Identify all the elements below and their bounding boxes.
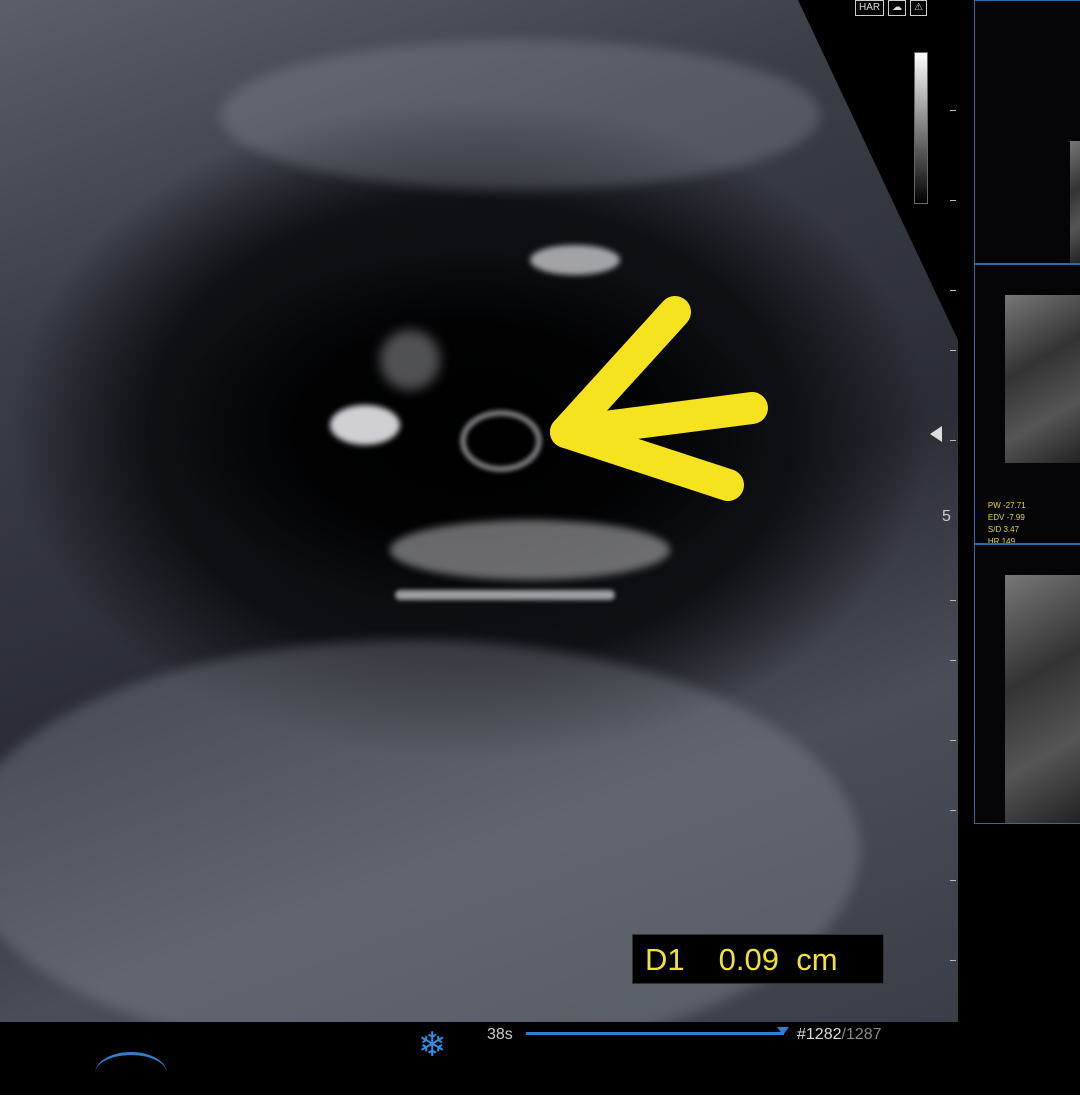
depth-tick [950, 350, 956, 351]
depth-tick [950, 880, 956, 881]
depth-tick [950, 290, 956, 291]
measurement-label: D1 [645, 942, 685, 977]
measurement-readout: D1 0.09 cm [632, 934, 884, 984]
cine-handle[interactable] [776, 1027, 789, 1035]
har-icon: HAR [855, 0, 885, 16]
hr-row: HR 149 [987, 537, 1016, 544]
arrow-annotation-icon [550, 296, 768, 501]
depth-tick [950, 960, 956, 961]
depth-tick [950, 600, 956, 601]
freeze-icon[interactable]: ❄ [418, 1025, 447, 1065]
depth-tick [950, 110, 956, 111]
depth-tick [950, 810, 956, 811]
cine-time: 38s [487, 1026, 513, 1043]
ultrasound-image [0, 0, 958, 1022]
depth-tick [950, 740, 956, 741]
depth-tick [950, 660, 956, 661]
probe-icon: ☁ [888, 0, 907, 16]
cine-scrollbar[interactable] [526, 1032, 784, 1035]
depth-tick [950, 440, 956, 441]
grayscale-bar [914, 52, 928, 204]
top-toolbar: HAR ☁ ⚠ [855, 0, 928, 16]
thumbnail-3[interactable] [974, 544, 1080, 824]
thumbnail-pw[interactable]: PW -27.71 EDV -7.99 S/D 3.47 HR 149 [974, 264, 1080, 544]
measurement-value: 0.09 cm [718, 942, 838, 977]
thumbnail-1[interactable] [974, 0, 1080, 264]
warning-icon: ⚠ [910, 0, 928, 16]
probe-arc-icon [95, 1052, 167, 1095]
depth-tick [950, 200, 956, 201]
focus-marker-icon[interactable] [930, 426, 942, 442]
frame-counter: #1282/1287 [797, 1026, 882, 1043]
depth-label: 5 [942, 508, 951, 525]
